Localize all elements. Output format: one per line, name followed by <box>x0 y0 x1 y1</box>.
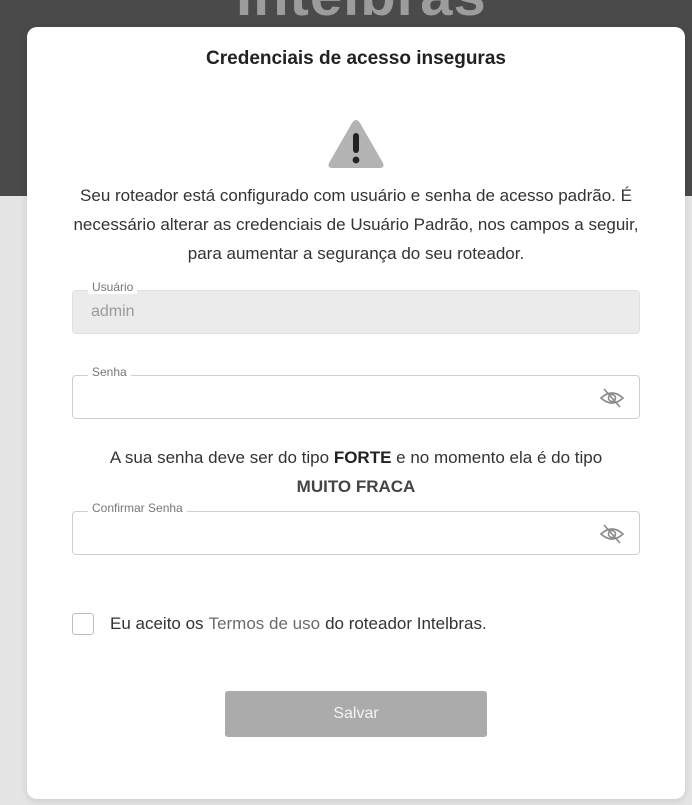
password-strength-hint: A sua senha deve ser do tipo FORTE e no … <box>63 443 649 501</box>
username-field: Usuário admin <box>72 280 640 334</box>
username-label: Usuário <box>88 280 138 294</box>
terms-checkbox[interactable] <box>72 613 94 635</box>
terms-text-before: Eu aceito os <box>110 614 204 633</box>
confirm-password-label: Confirmar Senha <box>88 501 187 515</box>
terms-row: Eu aceito os Termos de uso do roteador I… <box>72 612 487 636</box>
username-value: admin <box>91 303 135 320</box>
terms-text-after: do roteador Intelbras. <box>325 614 487 633</box>
modal-title: Credenciais de acesso inseguras <box>206 48 506 69</box>
strength-current: MUITO FRACA <box>296 477 416 496</box>
strength-required: FORTE <box>333 448 392 467</box>
modal-description: Seu roteador está configurado com usuári… <box>73 186 639 263</box>
strength-prefix: A sua senha deve ser do tipo <box>109 448 330 467</box>
insecure-credentials-modal: Credenciais de acesso inseguras Seu rote… <box>27 27 685 799</box>
eye-slash-icon[interactable] <box>599 387 625 409</box>
terms-link[interactable]: Termos de uso <box>209 614 321 634</box>
strength-middle: e no momento ela é do tipo <box>396 448 603 467</box>
save-button[interactable]: Salvar <box>225 691 487 737</box>
confirm-password-field[interactable]: Confirmar Senha <box>72 501 640 555</box>
warning-icon <box>328 120 384 168</box>
eye-slash-icon[interactable] <box>599 523 625 545</box>
password-field[interactable]: Senha <box>72 365 640 419</box>
brand-logo: Intelbras <box>236 0 486 26</box>
password-label: Senha <box>88 365 131 379</box>
